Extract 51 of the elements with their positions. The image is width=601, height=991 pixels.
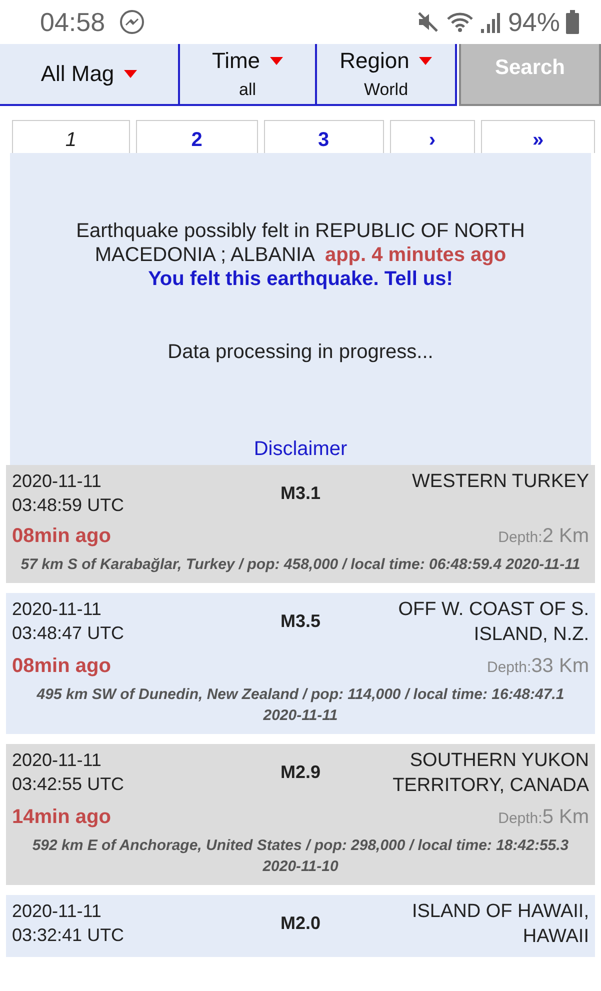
caret-icon [419, 57, 432, 65]
filter-dropdown[interactable]: All Mag [0, 44, 180, 106]
battery-percent: 94% [508, 6, 560, 38]
earthquake-card[interactable]: 2020-11-11 03:48:59 UTC M3.1 WESTERN TURKEY 08min ago Depth:2 Km 57 km S of Karabağlar, Turkey / pop: 458,000 / local time: 06:48:59.4 2020-11-11 [6, 465, 595, 583]
clock-time: 04:58 [40, 6, 106, 38]
filter-dropdown[interactable]: Region World [317, 44, 457, 106]
quake-region: ISLAND OF HAWAII, HAWAII [410, 900, 589, 949]
felt-report-link[interactable]: You felt this earthquake. Tell us! [148, 267, 453, 291]
page-link[interactable]: » [481, 120, 595, 153]
quake-time: 03:48:47 UTC [12, 622, 126, 645]
caret-icon [270, 57, 284, 65]
magnitude: M2.9 [280, 761, 321, 783]
quake-depth: Depth:2 Km [498, 525, 589, 548]
earthquake-card[interactable]: 2020-11-11 03:48:47 UTC M3.5 OFF W. COAST OF S. ISLAND, N.Z. 08min ago Depth:33 Km 495 km SW of Dunedin, New Zealand / pop: 114,000 / local time: 16:48:47.1 2020-11-11 [6, 593, 595, 734]
wifi-icon [446, 10, 474, 34]
quake-details: 57 km S of Karabağlar, Turkey / pop: 458,000 / local time: 06:48:59.4 2020-11-11 [20, 555, 582, 575]
quake-time: 03:32:41 UTC [12, 924, 126, 947]
page-link[interactable]: › [390, 120, 476, 153]
disclaimer-link[interactable]: Disclaimer [254, 438, 348, 461]
quake-region: OFF W. COAST OF S. ISLAND, N.Z. [397, 598, 589, 647]
filter-dropdown[interactable]: Time all [180, 44, 317, 106]
page-link[interactable]: 3 [264, 120, 384, 153]
messenger-icon [119, 9, 146, 35]
page-link[interactable]: 2 [136, 120, 258, 153]
magnitude: M3.5 [280, 610, 321, 632]
quake-time: 03:48:59 UTC [12, 494, 126, 517]
quake-date: 2020-11-11 [12, 900, 102, 923]
quake-date: 2020-11-11 [12, 598, 102, 621]
magnitude: M3.1 [280, 482, 321, 504]
felt-message: Earthquake possibly felt in REPUBLIC OF NORTH MACEDONIA ; ALBANIA app. 4 minutes ago [75, 219, 526, 267]
earthquake-card[interactable]: 2020-11-11 03:32:41 UTC M2.0 ISLAND OF HAWAII, HAWAII [6, 895, 595, 957]
quake-region: WESTERN TURKEY [412, 470, 589, 494]
quake-date: 2020-11-11 [12, 470, 102, 493]
quake-depth: Depth:33 Km [486, 655, 589, 678]
quake-time: 03:42:55 UTC [12, 773, 126, 796]
quake-details: 592 km E of Anchorage, United States / pop: 298,000 / local time: 18:42:55.3 2020-11-10 [31, 836, 570, 877]
battery-icon [566, 10, 579, 34]
quake-region: SOUTHERN YUKON TERRITORY, CANADA [392, 749, 589, 798]
magnitude: M2.0 [280, 912, 321, 934]
mute-icon [416, 10, 440, 34]
earthquake-card[interactable]: 2020-11-11 03:42:55 UTC M2.9 SOUTHERN YUKON TERRITORY, CANADA 14min ago Depth:5 Km 592 km E of Anchorage, United States / pop: 298,000 / local time: 18:42:55.3 2020-11-10 [6, 744, 595, 885]
quake-details: 495 km SW of Dunedin, New Zealand / pop: 114,000 / local time: 16:48:47.1 2020-11-11 [36, 685, 566, 726]
signal-icon [480, 10, 502, 34]
status-text: Data processing in progress... [168, 341, 434, 364]
caret-icon [124, 70, 138, 78]
quake-date: 2020-11-11 [12, 749, 102, 772]
time-ago: 08min ago [12, 655, 111, 678]
quake-depth: Depth:5 Km [498, 806, 589, 829]
time-ago: 14min ago [12, 806, 111, 829]
time-ago: 08min ago [12, 525, 111, 548]
page-link[interactable]: 1 [12, 120, 130, 153]
